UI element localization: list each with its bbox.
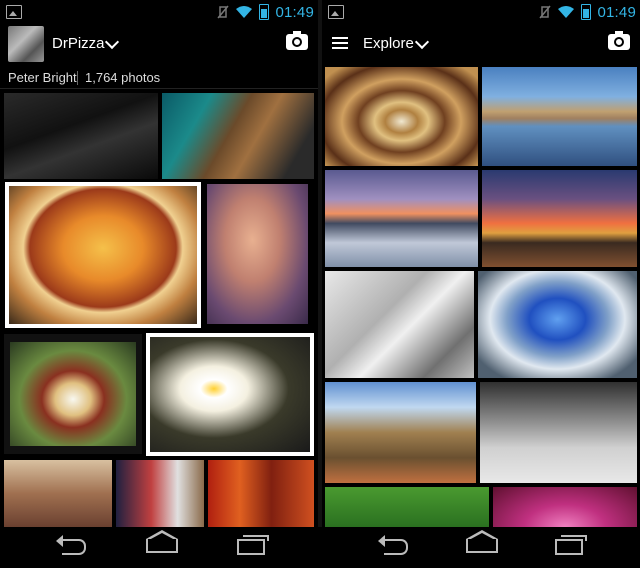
signpost-sunset-photo[interactable]: [482, 170, 637, 267]
status-icons: 01:49: [217, 3, 314, 21]
bird-green-photo[interactable]: [325, 487, 489, 527]
left-screen: 01:49 DrPizza Peter Bright 1,764 photos: [0, 0, 318, 527]
man-eating-photo[interactable]: [207, 184, 308, 324]
plate-with-fork-knife-photo[interactable]: [5, 182, 201, 328]
cat-photo[interactable]: [162, 93, 314, 179]
spiral-staircase-photo[interactable]: [325, 67, 478, 166]
keyboard-photo[interactable]: [4, 93, 158, 179]
action-bar: Explore: [322, 24, 640, 64]
battery-icon: [259, 4, 270, 20]
mountain-lake-photo[interactable]: [482, 67, 637, 166]
camera-icon[interactable]: [286, 31, 308, 50]
fried-eggs-pan-photo[interactable]: [146, 333, 314, 456]
bacon-photo[interactable]: [4, 460, 112, 527]
status-bar: 01:49: [0, 0, 318, 24]
wifi-icon: [236, 6, 253, 18]
section-title[interactable]: Explore: [363, 35, 414, 52]
recent-apps-icon[interactable]: [237, 535, 269, 555]
right-screen: 01:49 Explore: [322, 0, 640, 527]
clock: 01:49: [597, 3, 636, 21]
pink-flower-photo[interactable]: [493, 487, 637, 527]
navigation-bar: [0, 527, 640, 568]
vibrate-mute-icon: [217, 5, 230, 19]
drinks-photo[interactable]: [116, 460, 204, 527]
chevron-down-icon[interactable]: [414, 34, 430, 50]
road-trees-photo[interactable]: [325, 382, 476, 483]
battery-icon: [581, 4, 592, 20]
chevron-down-icon[interactable]: [104, 34, 120, 50]
clock: 01:49: [275, 3, 314, 21]
camera-icon[interactable]: [608, 31, 630, 50]
profile-info: Peter Bright 1,764 photos: [0, 68, 318, 89]
status-icons: 01:49: [539, 3, 636, 21]
avatar[interactable]: [8, 26, 44, 62]
breakfast-film-photo[interactable]: [4, 334, 142, 454]
street-bicycle-photo[interactable]: [480, 382, 637, 483]
action-bar: DrPizza: [0, 24, 318, 64]
back-icon[interactable]: [378, 535, 408, 555]
account-title[interactable]: DrPizza: [52, 35, 105, 52]
photo-count: 1,764 photos: [85, 70, 161, 85]
seagull-photo[interactable]: [325, 271, 474, 378]
recent-apps-icon[interactable]: [555, 535, 587, 555]
sausages-photo[interactable]: [208, 460, 314, 527]
tunnel-sky-photo[interactable]: [478, 271, 637, 378]
home-icon[interactable]: [146, 530, 178, 553]
gallery-notification-icon: [328, 5, 344, 19]
gallery-notification-icon: [6, 5, 22, 19]
vibrate-mute-icon: [539, 5, 552, 19]
separator: [77, 71, 78, 85]
profile-name: Peter Bright: [8, 70, 77, 85]
status-bar: 01:49: [322, 0, 640, 24]
back-icon[interactable]: [56, 535, 86, 555]
wifi-icon: [558, 6, 575, 18]
menu-icon[interactable]: [332, 37, 348, 49]
home-icon[interactable]: [466, 530, 498, 553]
beach-sunset-photo[interactable]: [325, 170, 478, 267]
